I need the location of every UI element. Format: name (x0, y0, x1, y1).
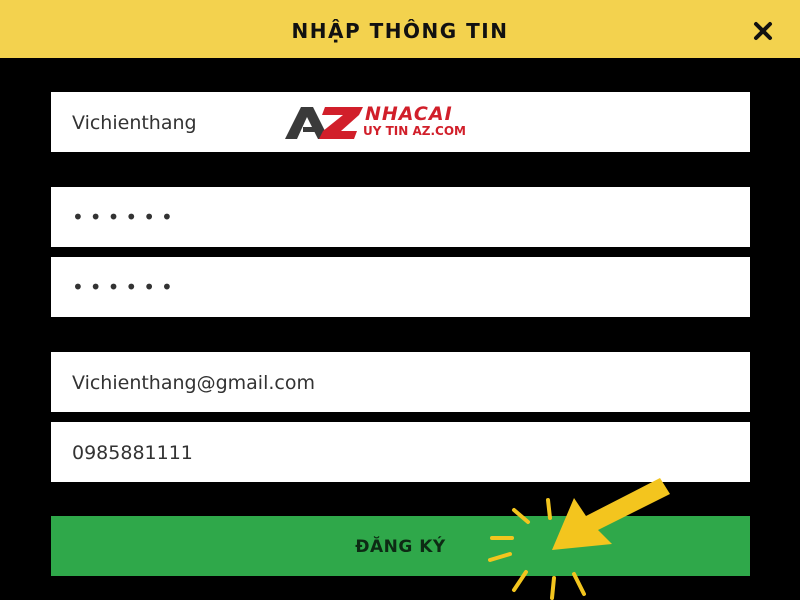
watermark-logo: NHACAI UY TIN AZ.COM (285, 103, 475, 141)
watermark-subtitle: UY TIN AZ.COM (363, 124, 466, 138)
password-value: •••••• (72, 205, 179, 229)
register-button-label: ĐĂNG KÝ (355, 537, 446, 557)
confirm-password-field[interactable]: •••••• (51, 257, 750, 317)
dialog-header: NHẬP THÔNG TIN (0, 0, 800, 58)
phone-field[interactable]: 0985881111 (51, 422, 750, 482)
email-field[interactable]: Vichienthang@gmail.com (51, 352, 750, 412)
watermark-title: NHACAI (365, 103, 453, 125)
dialog-title: NHẬP THÔNG TIN (291, 19, 509, 43)
register-dialog: NHẬP THÔNG TIN Vichienthang NHACAI UY TI… (0, 0, 800, 600)
confirm-password-value: •••••• (72, 275, 179, 299)
email-value: Vichienthang@gmail.com (72, 372, 315, 394)
password-field[interactable]: •••••• (51, 187, 750, 247)
logo-mark-icon (285, 107, 363, 139)
close-button[interactable] (748, 17, 778, 45)
close-icon (754, 22, 772, 40)
phone-value: 0985881111 (72, 442, 193, 464)
register-button[interactable]: ĐĂNG KÝ (51, 516, 750, 576)
